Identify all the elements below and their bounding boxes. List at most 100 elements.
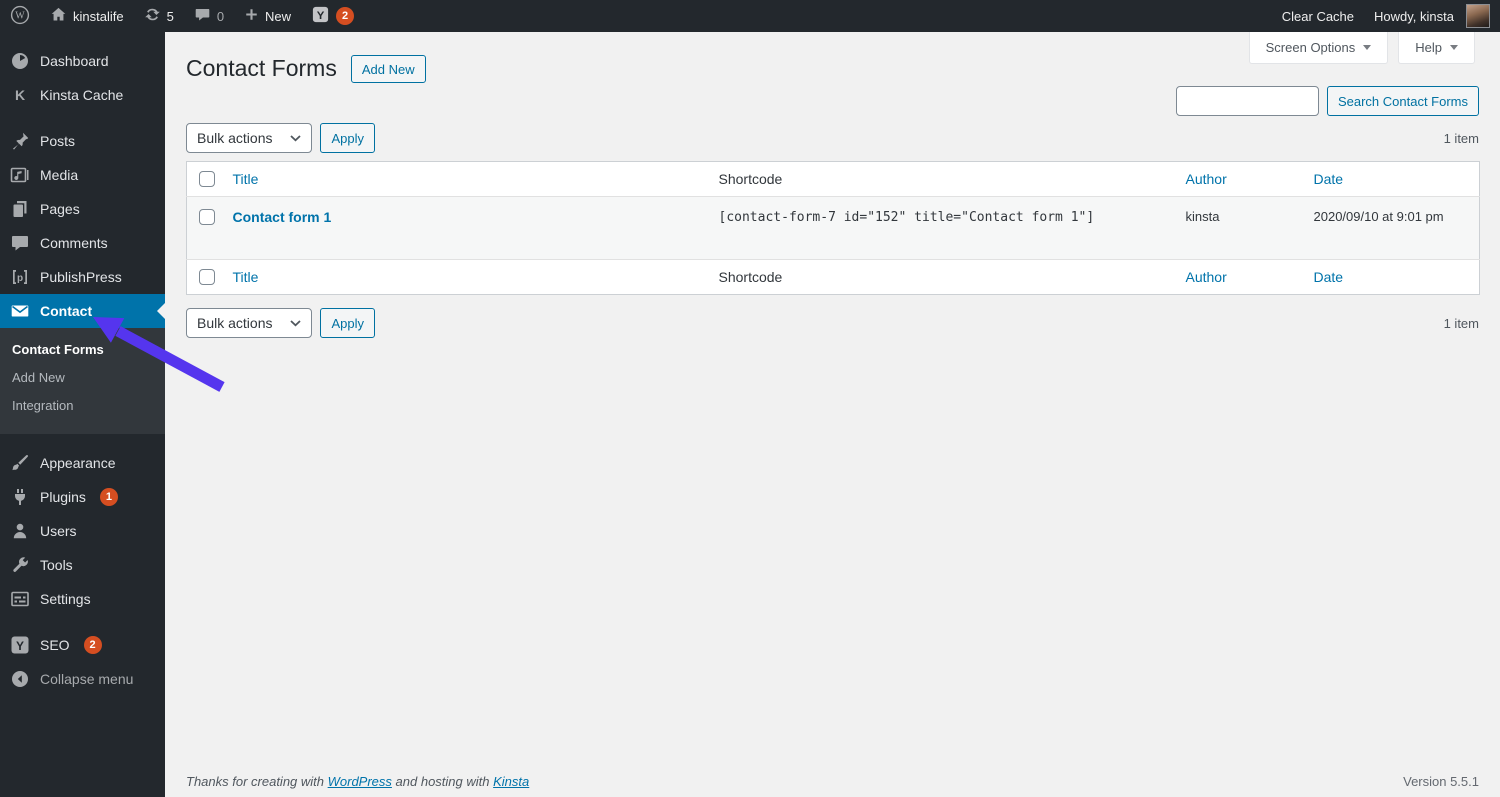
row-checkbox[interactable] (199, 209, 215, 225)
new-content-menu[interactable]: New (234, 0, 301, 32)
author-value: kinsta (1185, 209, 1220, 224)
kinsta-link[interactable]: Kinsta (493, 774, 529, 789)
sidebar-item-tools[interactable]: Tools (0, 548, 165, 582)
svg-text:p: p (17, 273, 23, 284)
sidebar-item-label: Users (40, 523, 77, 539)
collapse-arrow-icon (12, 671, 28, 687)
site-name-label: kinstalife (73, 8, 124, 24)
table-nav-bottom: Bulk actions Apply 1 item (186, 307, 1479, 339)
sidebar-item-publishpress[interactable]: p PublishPress (0, 260, 165, 294)
bulk-actions-label: Bulk actions (197, 130, 273, 146)
wordpress-logo-menu[interactable]: W (0, 0, 40, 32)
search-contact-forms-button[interactable]: Search Contact Forms (1326, 86, 1479, 116)
sidebar-item-users[interactable]: Users (0, 514, 165, 548)
settings-icon (11, 591, 29, 607)
table-header-row: Title Shortcode Author Date (186, 161, 1480, 197)
site-name-menu[interactable]: kinstalife (40, 0, 134, 32)
help-label: Help (1415, 40, 1442, 55)
apply-button[interactable]: Apply (320, 308, 376, 338)
menu-separator (0, 616, 165, 628)
my-account-menu[interactable]: Howdy, kinsta (1364, 0, 1464, 32)
sidebar-item-media[interactable]: Media (0, 158, 165, 192)
sidebar-item-label: Dashboard (40, 53, 109, 69)
footer-text: Thanks for creating with (186, 774, 328, 789)
bulk-actions-select[interactable]: Bulk actions (186, 308, 313, 338)
submenu-item-contact-forms[interactable]: Contact Forms (0, 336, 165, 364)
sort-title-link[interactable]: Title (233, 269, 259, 285)
svg-text:K: K (15, 87, 25, 103)
wordpress-link[interactable]: WordPress (328, 774, 392, 789)
sidebar-item-label: Media (40, 167, 79, 183)
paintbrush-icon (12, 455, 28, 471)
contact-forms-table: Title Shortcode Author Date Contact form… (186, 161, 1480, 295)
bulk-actions-select[interactable]: Bulk actions (186, 123, 313, 153)
contact-form-title-link[interactable]: Contact form 1 (233, 209, 332, 225)
submenu-item-add-new[interactable]: Add New (0, 364, 165, 392)
sort-author-link[interactable]: Author (1186, 269, 1227, 285)
sidebar-item-contact[interactable]: Contact (0, 294, 165, 328)
comment-count: 0 (216, 8, 225, 24)
plug-icon (15, 489, 26, 505)
sidebar-item-kinsta-cache[interactable]: K Kinsta Cache (0, 78, 165, 112)
sidebar-item-dashboard[interactable]: Dashboard (0, 44, 165, 78)
sidebar-item-comments[interactable]: Comments (0, 226, 165, 260)
wrench-icon (13, 557, 28, 572)
menu-separator (0, 434, 165, 446)
select-all-checkbox[interactable] (199, 171, 215, 187)
items-count: 1 item (1443, 130, 1479, 146)
sidebar-item-label: Tools (40, 557, 73, 573)
chevron-down-icon (290, 319, 302, 327)
sidebar-item-appearance[interactable]: Appearance (0, 446, 165, 480)
select-all-checkbox[interactable] (199, 269, 215, 285)
sidebar-item-label: Kinsta Cache (40, 87, 124, 103)
chevron-down-icon (1363, 45, 1372, 50)
admin-menu: Dashboard K Kinsta Cache Posts Media Pag… (0, 32, 165, 797)
sidebar-item-label: Settings (40, 591, 91, 607)
plus-icon (244, 7, 259, 25)
submenu-label: Add New (12, 370, 65, 385)
contact-submenu: Contact Forms Add New Integration (0, 328, 165, 434)
sidebar-item-label: PublishPress (40, 269, 122, 285)
user-avatar[interactable] (1466, 4, 1490, 28)
sidebar-item-posts[interactable]: Posts (0, 124, 165, 158)
envelope-icon (11, 305, 29, 317)
kinsta-cache-icon: K (15, 87, 25, 103)
bulk-actions-group: Bulk actions Apply (186, 123, 376, 153)
sidebar-item-pages[interactable]: Pages (0, 192, 165, 226)
clear-cache-button[interactable]: Clear Cache (1272, 0, 1364, 32)
collapse-menu-button[interactable]: Collapse menu (0, 662, 165, 696)
sidebar-item-seo[interactable]: Y SEO 2 (0, 628, 165, 662)
search-input[interactable] (1175, 86, 1319, 116)
sidebar-item-label: Posts (40, 133, 76, 149)
seo-notification-badge: 2 (83, 636, 102, 654)
pushpin-icon (13, 132, 29, 150)
sidebar-item-settings[interactable]: Settings (0, 582, 165, 616)
sidebar-item-label: Comments (40, 235, 108, 251)
submenu-item-integration[interactable]: Integration (0, 392, 165, 420)
plugins-update-badge: 1 (99, 488, 118, 506)
sort-title-link[interactable]: Title (233, 171, 259, 187)
comments-menu[interactable]: 0 (184, 0, 234, 32)
sidebar-item-plugins[interactable]: Plugins 1 (0, 480, 165, 514)
yoast-seo-icon: Y (11, 636, 29, 654)
updates-icon (144, 6, 161, 26)
screen-options-tab[interactable]: Screen Options (1248, 32, 1389, 64)
sort-date-link[interactable]: Date (1314, 269, 1344, 285)
updates-menu[interactable]: 5 (134, 0, 184, 32)
svg-text:Y: Y (317, 10, 325, 22)
screen-options-label: Screen Options (1265, 40, 1356, 55)
sort-date-link[interactable]: Date (1314, 171, 1344, 187)
sidebar-item-label: Plugins (40, 489, 86, 505)
add-new-button[interactable]: Add New (350, 55, 426, 83)
sidebar-item-label: SEO (40, 637, 70, 653)
footer-text: and hosting with (391, 774, 494, 789)
help-tab[interactable]: Help (1398, 32, 1475, 64)
main-content: Screen Options Help Contact Forms Add Ne… (165, 32, 1500, 797)
sort-author-link[interactable]: Author (1186, 171, 1227, 187)
footer-credits: Thanks for creating with WordPress and h… (186, 774, 529, 789)
apply-button[interactable]: Apply (320, 123, 376, 153)
column-header-shortcode: Shortcode (718, 269, 783, 285)
bulk-actions-label: Bulk actions (197, 315, 273, 331)
yoast-icon: Y (311, 5, 330, 27)
yoast-seo-menu[interactable]: Y 2 (301, 0, 364, 32)
